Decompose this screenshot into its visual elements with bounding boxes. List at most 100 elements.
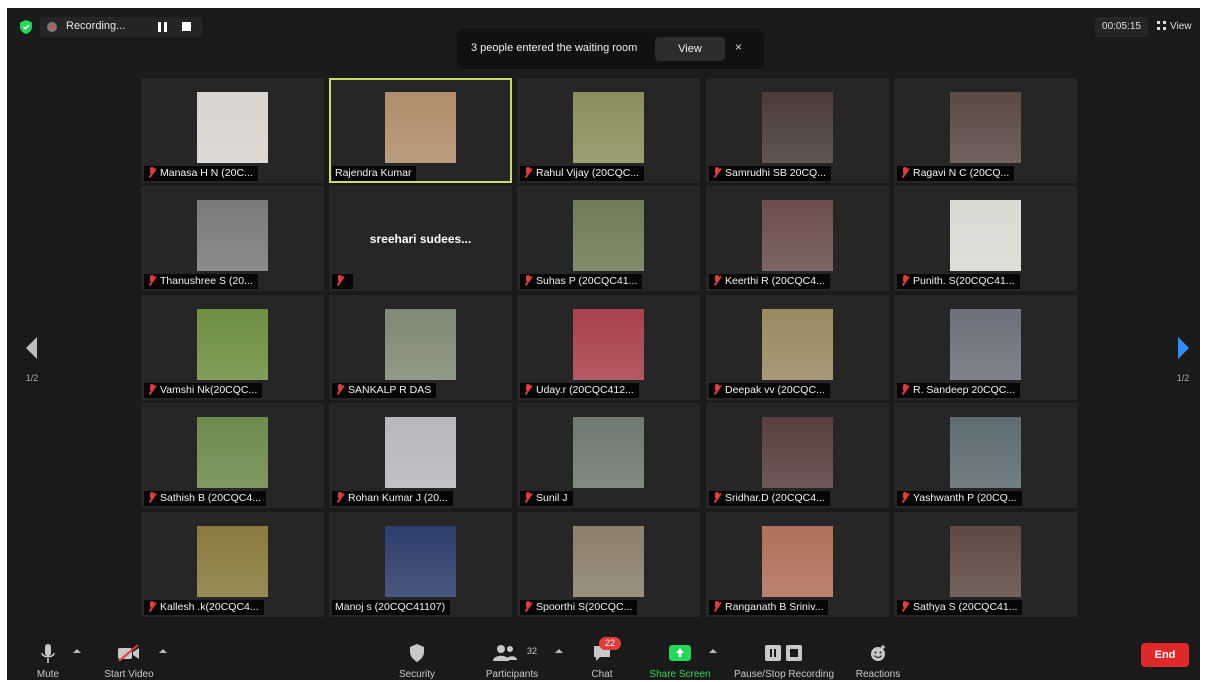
participant-video <box>197 309 268 380</box>
participant-tile[interactable]: Uday.r (20CQC412... <box>517 295 700 400</box>
microphone-icon <box>41 644 55 663</box>
close-notification-icon[interactable]: × <box>735 40 742 54</box>
page-indicator-right: 1/2 <box>1176 373 1190 383</box>
participant-video <box>385 309 456 380</box>
next-page-button[interactable]: 1/2 <box>1172 333 1194 391</box>
participant-video <box>197 92 268 163</box>
participant-tile[interactable]: Suhas P (20CQC41... <box>517 186 700 291</box>
participant-tile[interactable]: Kallesh .k(20CQC4... <box>141 512 324 617</box>
mute-options-caret-icon[interactable] <box>73 649 81 653</box>
participant-video <box>573 526 644 597</box>
muted-microphone-icon <box>712 167 721 178</box>
participant-name-label: Rajendra Kumar <box>332 166 417 181</box>
recording-dot-icon <box>47 22 57 32</box>
participant-tile[interactable]: Rajendra Kumar <box>329 78 512 183</box>
participant-name: Punith. S(20CQC41... <box>913 275 1015 287</box>
participant-name-label: Sathish B (20CQC4... <box>144 491 266 506</box>
participant-tile[interactable]: Sathya S (20CQC41... <box>894 512 1077 617</box>
participant-video <box>762 92 833 163</box>
pause-stop-recording-button[interactable]: Pause/Stop Recording <box>729 640 839 680</box>
participant-name-label: Kallesh .k(20CQC4... <box>144 600 264 615</box>
participant-video <box>573 200 644 271</box>
muted-microphone-icon <box>147 384 156 395</box>
participant-tile[interactable]: Manoj s (20CQC41107) <box>329 512 512 617</box>
participant-tile[interactable]: Sunil J <box>517 403 700 508</box>
participant-tile[interactable]: Keerthi R (20CQC4... <box>706 186 889 291</box>
muted-microphone-icon <box>523 601 532 612</box>
participant-tile[interactable]: Thanushree S (20... <box>141 186 324 291</box>
participant-name-label: Samrudhi SB 20CQ... <box>709 166 831 181</box>
mute-button[interactable]: Mute <box>27 640 69 680</box>
chevron-left-icon <box>26 337 37 359</box>
share-options-caret-icon[interactable] <box>709 649 717 653</box>
pause-stop-recording-label: Pause/Stop Recording <box>733 669 835 680</box>
participant-tile[interactable]: Spoorthi S(20CQC... <box>517 512 700 617</box>
participant-name: Spoorthi S(20CQC... <box>536 601 633 613</box>
participant-tile[interactable]: Vamshi Nk(20CQC... <box>141 295 324 400</box>
participant-tile[interactable]: Manasa H N (20C... <box>141 78 324 183</box>
participant-tile[interactable]: Sridhar.D (20CQC4... <box>706 403 889 508</box>
muted-microphone-icon <box>335 275 344 286</box>
reactions-button[interactable]: Reactions <box>853 640 903 680</box>
start-video-button[interactable]: Start Video <box>95 640 163 680</box>
muted-microphone-icon <box>147 167 156 178</box>
muted-microphone-icon <box>900 601 909 612</box>
participant-name: Suhas P (20CQC41... <box>536 275 638 287</box>
participant-display-name: sreehari sudees... <box>369 232 472 246</box>
participant-name-label: Uday.r (20CQC412... <box>520 383 639 398</box>
participant-name: Rahul Vijay (20CQC... <box>536 167 640 179</box>
meeting-timer: 00:05:15 <box>1095 17 1148 37</box>
participant-name-label <box>332 274 353 289</box>
participant-name-label: Suhas P (20CQC41... <box>520 274 643 289</box>
participant-tile[interactable]: Yashwanth P (20CQ... <box>894 403 1077 508</box>
participant-name-label: R. Sandeep 20CQC... <box>897 383 1021 398</box>
chat-button[interactable]: 22 Chat <box>585 637 621 680</box>
participant-name-label: Spoorthi S(20CQC... <box>520 600 638 615</box>
participants-count: 32 <box>527 646 538 656</box>
muted-microphone-icon <box>900 384 909 395</box>
share-screen-icon <box>669 645 691 661</box>
pause-recording-icon[interactable] <box>158 22 168 32</box>
participant-name-label: SANKALP R DAS <box>332 383 437 398</box>
participant-tile[interactable]: Punith. S(20CQC41... <box>894 186 1077 291</box>
participants-button[interactable]: 32 Participants <box>477 640 547 680</box>
participant-name: Sathya S (20CQC41... <box>913 601 1018 613</box>
participant-video <box>573 92 644 163</box>
muted-microphone-icon <box>900 167 909 178</box>
encryption-shield-icon[interactable] <box>19 20 33 34</box>
recording-indicator: Recording... <box>40 17 202 37</box>
participant-tile[interactable]: Ranganath B Sriniv... <box>706 512 889 617</box>
participant-tile[interactable]: Deepak vv (20CQC... <box>706 295 889 400</box>
participant-tile[interactable]: Ragavi N C (20CQ... <box>894 78 1077 183</box>
participant-tile[interactable]: sreehari sudees... <box>329 186 512 291</box>
participant-video <box>573 417 644 488</box>
participant-name-label: Deepak vv (20CQC... <box>709 383 830 398</box>
participant-video <box>950 92 1021 163</box>
security-label: Security <box>398 669 436 680</box>
participant-name: Sridhar.D (20CQC4... <box>725 492 825 504</box>
participant-video <box>762 417 833 488</box>
participants-options-caret-icon[interactable] <box>555 649 563 653</box>
end-meeting-button[interactable]: End <box>1141 643 1189 667</box>
participant-tile[interactable]: R. Sandeep 20CQC... <box>894 295 1077 400</box>
security-shield-icon <box>410 644 424 662</box>
view-button[interactable]: View <box>1157 17 1199 37</box>
video-options-caret-icon[interactable] <box>159 649 167 653</box>
share-screen-button[interactable]: Share Screen <box>647 640 713 680</box>
participant-name-label: Ragavi N C (20CQ... <box>897 166 1015 181</box>
participant-tile[interactable]: SANKALP R DAS <box>329 295 512 400</box>
participant-name: Sathish B (20CQC4... <box>160 492 261 504</box>
participant-tile[interactable]: Rohan Kumar J (20... <box>329 403 512 508</box>
participant-tile[interactable]: Sathish B (20CQC4... <box>141 403 324 508</box>
participant-name-label: Manoj s (20CQC41107) <box>332 600 451 615</box>
participant-tile[interactable]: Rahul Vijay (20CQC... <box>517 78 700 183</box>
security-button[interactable]: Security <box>392 640 442 680</box>
participant-name: SANKALP R DAS <box>348 384 432 396</box>
participant-name: Thanushree S (20... <box>160 275 253 287</box>
previous-page-button[interactable]: 1/2 <box>21 333 43 391</box>
stop-recording-icon[interactable] <box>182 22 191 31</box>
participant-name: Deepak vv (20CQC... <box>725 384 825 396</box>
participant-tile[interactable]: Samrudhi SB 20CQ... <box>706 78 889 183</box>
reactions-smiley-icon <box>871 645 885 661</box>
view-waiting-room-button[interactable]: View <box>655 37 725 61</box>
